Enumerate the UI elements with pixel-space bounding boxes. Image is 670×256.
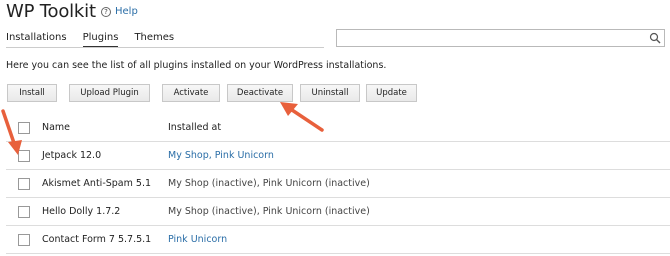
installed-at: My Shop (inactive), Pink Unicorn (inacti… [168,178,370,189]
upload-plugin-button[interactable]: Upload Plugin [69,84,150,102]
row-checkbox[interactable] [18,178,30,190]
search-input[interactable] [336,29,665,47]
plugin-name: Akismet Anti-Spam 5.1 [42,178,152,189]
installed-at: My Shop (inactive), Pink Unicorn (inacti… [168,206,370,217]
page-title: WP Toolkit [6,1,96,22]
installed-at: Pink Unicorn [168,234,227,245]
plugin-name: Jetpack 12.0 [42,150,102,161]
tab-plugins[interactable]: Plugins [82,32,118,48]
help-label: Help [115,6,138,17]
installed-at: My Shop, Pink Unicorn [168,150,274,161]
page-description: Here you can see the list of all plugins… [6,60,387,71]
help-link[interactable]: ? Help [101,6,138,17]
row-checkbox[interactable] [18,234,30,246]
search-icon[interactable] [649,32,661,44]
annotation-arrow-icon [1,109,22,155]
column-header-installed-at: Installed at [168,122,222,133]
update-button[interactable]: Update [366,84,417,102]
table-row: Hello Dolly 1.7.2 My Shop (inactive), Pi… [6,198,670,226]
table-row: Contact Form 7 5.7.5.1 Pink Unicorn [6,226,670,254]
table-row: Akismet Anti-Spam 5.1 My Shop (inactive)… [6,170,670,198]
tab-themes[interactable]: Themes [134,32,174,46]
table-header: Name Installed at [6,114,670,142]
plugin-name: Contact Form 7 5.7.5.1 [42,234,152,245]
table-row: Jetpack 12.0 My Shop, Pink Unicorn [6,142,670,170]
activate-button[interactable]: Activate [162,84,220,102]
plugin-name: Hello Dolly 1.7.2 [42,206,121,217]
help-icon: ? [101,6,111,17]
install-button[interactable]: Install [7,84,57,102]
tab-bar: Installations Plugins Themes [6,32,174,48]
installed-at-link[interactable]: My Shop, Pink Unicorn [168,150,274,161]
tab-installations[interactable]: Installations [6,32,67,46]
annotation-arrow-icon [280,102,324,132]
column-header-name: Name [42,122,71,133]
installed-at-link[interactable]: Pink Unicorn [168,234,227,245]
row-checkbox[interactable] [18,206,30,218]
tab-divider [6,47,324,48]
